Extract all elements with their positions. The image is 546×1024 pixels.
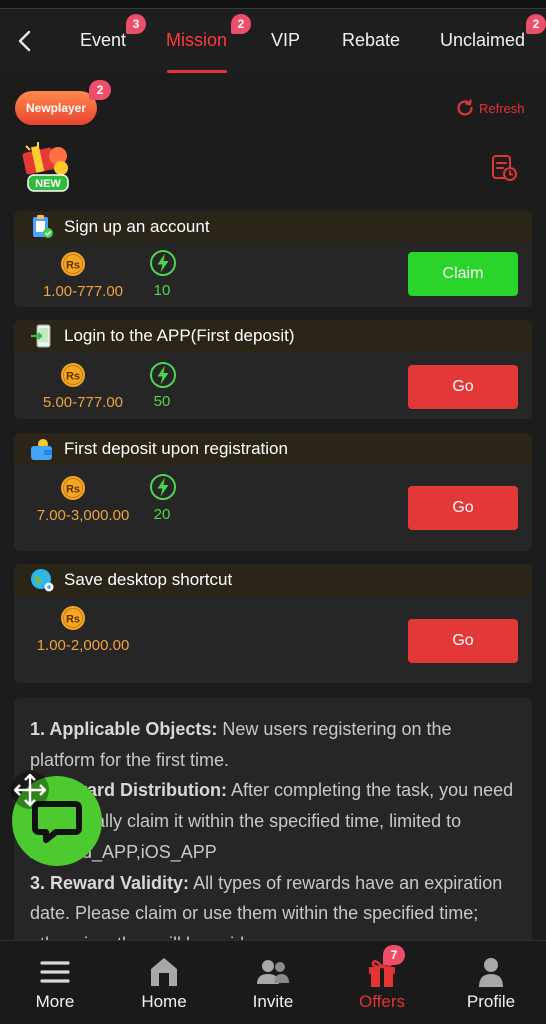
rupee-coin-icon: Rs	[61, 252, 85, 276]
menu-icon	[40, 961, 70, 983]
nav-home[interactable]: Home	[114, 941, 214, 1024]
tab-vip[interactable]: VIP	[271, 30, 300, 51]
task-title: Sign up an account	[64, 217, 210, 236]
nav-offers[interactable]: Offers	[332, 941, 432, 1024]
reward-points: 10	[153, 282, 171, 299]
phone-login-icon	[31, 324, 51, 348]
profile-icon	[479, 958, 503, 987]
drag-move-icon[interactable]	[10, 770, 50, 810]
tab-mission[interactable]: Mission	[166, 30, 227, 51]
tab-mission-badge: 2	[231, 14, 251, 34]
rupee-coin-icon: Rs	[61, 606, 85, 630]
tab-unclaimed-badge: 2	[526, 14, 546, 34]
active-tab-indicator	[167, 70, 227, 73]
nav-profile[interactable]: Profile	[441, 941, 541, 1024]
globe-shortcut-icon	[31, 569, 54, 592]
nav-more[interactable]: More	[5, 941, 105, 1024]
rule-label: 3. Reward Validity:	[30, 872, 190, 893]
bottom-navigation: More Home Invite Offers 7 Profile	[0, 940, 546, 1024]
go-button[interactable]: Go	[408, 619, 518, 663]
claim-button[interactable]: Claim	[408, 252, 518, 296]
nav-label: Profile	[466, 992, 516, 1011]
task-card: Login to the APP(First deposit) Rs 5.00-…	[14, 320, 532, 419]
lightning-icon	[150, 474, 176, 500]
reward-points: 20	[153, 506, 171, 523]
clipboard-icon	[33, 215, 53, 238]
task-header: Sign up an account	[14, 211, 532, 243]
tab-bar: Event 3 Mission 2 VIP Rebate Unclaimed 2	[0, 10, 546, 74]
users-icon	[257, 960, 289, 984]
task-header: First deposit upon registration	[14, 433, 532, 465]
rule-item: 2. Reward Distribution: After completing…	[30, 775, 516, 867]
task-card: First deposit upon registration Rs 7.00-…	[14, 433, 532, 551]
svg-text:Rs: Rs	[66, 484, 80, 496]
new-gift-icon: NEW	[22, 142, 69, 192]
reward-points: 50	[153, 393, 171, 410]
tab-event[interactable]: Event	[80, 30, 126, 51]
task-header: Login to the APP(First deposit)	[14, 320, 532, 352]
go-button[interactable]: Go	[408, 365, 518, 409]
lightning-icon	[150, 250, 176, 276]
refresh-button[interactable]: Refresh	[455, 97, 525, 119]
tab-rebate[interactable]: Rebate	[342, 30, 400, 51]
home-icon	[151, 958, 177, 986]
nav-invite[interactable]: Invite	[223, 941, 323, 1024]
back-arrow-icon[interactable]	[14, 29, 36, 53]
task-title: Login to the APP(First deposit)	[64, 326, 295, 345]
go-button[interactable]: Go	[408, 486, 518, 530]
offers-badge: 7	[383, 945, 405, 965]
wallet-icon	[31, 439, 52, 460]
tab-event-badge: 3	[126, 14, 146, 34]
task-header: Save desktop shortcut	[14, 564, 532, 596]
nav-label: Home	[141, 992, 187, 1011]
history-icon[interactable]	[490, 154, 518, 182]
task-title: First deposit upon registration	[64, 439, 288, 458]
refresh-icon	[457, 99, 473, 116]
reward-amount: 1.00-2,000.00	[36, 637, 130, 654]
newplayer-badge: 2	[89, 80, 111, 100]
refresh-label: Refresh	[479, 100, 525, 116]
rupee-coin-icon: Rs	[61, 363, 85, 387]
task-title: Save desktop shortcut	[64, 570, 233, 589]
svg-text:Rs: Rs	[66, 614, 80, 626]
newplayer-button[interactable]: Newplayer	[15, 91, 97, 125]
nav-label: Invite	[252, 992, 294, 1011]
reward-amount: 1.00-777.00	[42, 283, 124, 300]
tab-unclaimed[interactable]: Unclaimed	[440, 30, 525, 51]
rule-label: 1. Applicable Objects:	[30, 719, 218, 739]
nav-label: Offers	[359, 992, 405, 1011]
task-card: Sign up an account Rs 1.00-777.00 10 Cla…	[14, 211, 532, 307]
status-strip	[0, 0, 546, 9]
rule-item: 3. Reward Validity: All types of rewards…	[30, 868, 516, 940]
lightning-icon	[150, 362, 176, 388]
task-card: Save desktop shortcut Rs 1.00-2,000.00 G…	[14, 564, 532, 683]
nav-label: More	[35, 992, 75, 1011]
reward-amount: 5.00-777.00	[42, 394, 124, 411]
new-badge-text: NEW	[35, 178, 61, 190]
reward-amount: 7.00-3,000.00	[36, 507, 130, 524]
svg-text:Rs: Rs	[66, 260, 80, 272]
rupee-coin-icon: Rs	[61, 476, 85, 500]
rule-item: 1. Applicable Objects: New users registe…	[30, 714, 516, 775]
svg-text:Rs: Rs	[66, 371, 80, 383]
